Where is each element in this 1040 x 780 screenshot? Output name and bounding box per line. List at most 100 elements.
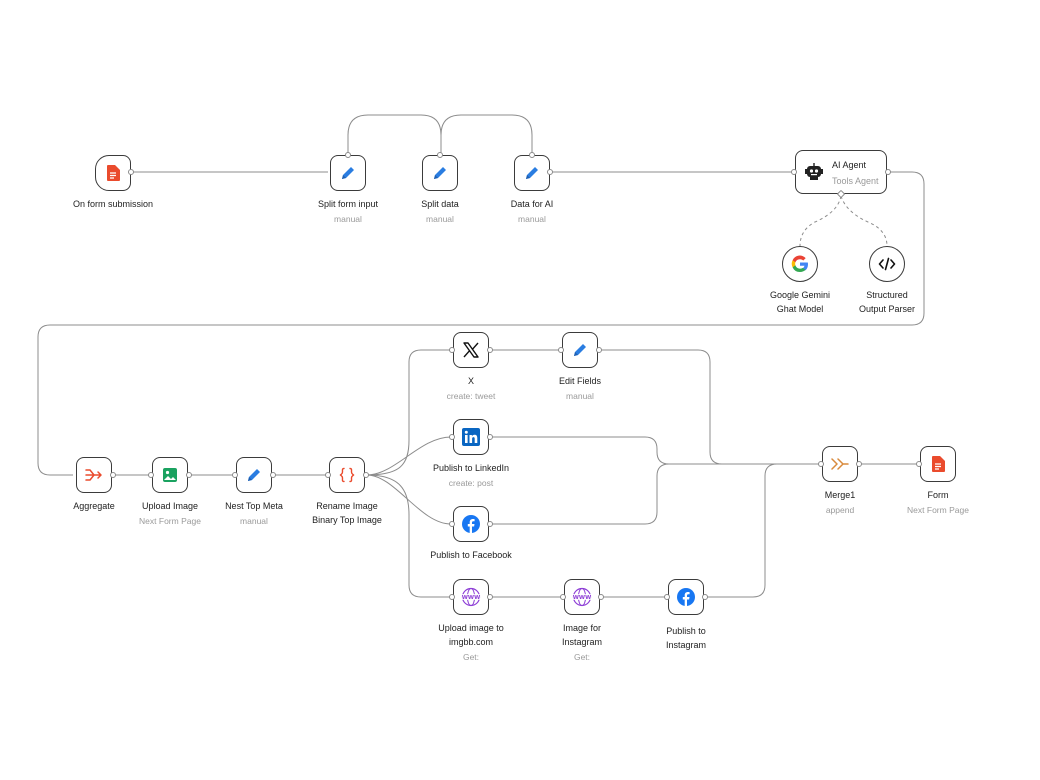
node-label: Publish to LinkedIn: [432, 463, 510, 473]
node-sublabel: Tools Agent: [832, 176, 879, 186]
output-port[interactable]: [128, 169, 134, 175]
output-port[interactable]: [270, 472, 276, 478]
node-sublabel: Get:: [573, 652, 591, 662]
input-port[interactable]: [560, 594, 566, 600]
edge-agent-gemini: [799, 195, 842, 247]
node-label: Output Parser: [858, 304, 916, 314]
node-sublabel: manual: [566, 391, 594, 401]
output-port[interactable]: [363, 472, 369, 478]
edge-facebook-merge: [491, 463, 820, 525]
input-port[interactable]: [325, 472, 331, 478]
structured-parser-node[interactable]: [869, 246, 905, 282]
form-icon: [107, 165, 120, 181]
image-icon: [163, 468, 177, 482]
input-port[interactable]: [232, 472, 238, 478]
edge-agent-parser: [840, 195, 888, 247]
edge-rename-x: [366, 349, 450, 476]
node-label: Structured: [866, 290, 908, 300]
node-label: Edit Fields: [558, 376, 602, 386]
svg-text:WWW: WWW: [573, 595, 592, 601]
input-port[interactable]: [529, 152, 535, 158]
edge-publish-merge: [706, 463, 820, 598]
node-label: Publish to: [666, 626, 706, 636]
form-node[interactable]: [920, 446, 956, 482]
pencil-icon: [342, 167, 354, 179]
merge-icon: [831, 458, 849, 470]
input-port[interactable]: [449, 521, 455, 527]
input-port[interactable]: [558, 347, 564, 353]
input-port[interactable]: [345, 152, 351, 158]
output-port[interactable]: [598, 594, 604, 600]
edge-split-splitdata-arc: [347, 114, 442, 155]
upload-imgbb-node[interactable]: WWW: [453, 579, 489, 615]
input-port[interactable]: [148, 472, 154, 478]
pencil-icon: [574, 344, 586, 356]
facebook-node[interactable]: [453, 506, 489, 542]
node-label: Form: [927, 490, 949, 500]
edge-rename-imgbb: [366, 474, 451, 598]
node-label: AI Agent: [832, 160, 867, 170]
input-port[interactable]: [916, 461, 922, 467]
google-icon: [791, 255, 808, 273]
node-sublabel: manual: [518, 214, 546, 224]
node-label: Instagram: [665, 640, 707, 650]
edge-splitdata-dataai-arc: [440, 114, 533, 155]
svg-text:WWW: WWW: [462, 595, 481, 601]
node-sublabel: create: post: [448, 478, 494, 488]
input-port[interactable]: [449, 594, 455, 600]
split-form-input-node[interactable]: [330, 155, 366, 191]
input-port[interactable]: [791, 169, 797, 175]
www-icon: WWW: [462, 587, 481, 607]
pencil-icon: [526, 167, 538, 179]
output-port[interactable]: [702, 594, 708, 600]
linkedin-icon: [462, 428, 480, 446]
aggregate-icon: [85, 469, 102, 481]
input-port[interactable]: [449, 347, 455, 353]
input-port[interactable]: [664, 594, 670, 600]
publish-instagram-node[interactable]: [668, 579, 704, 615]
output-port[interactable]: [596, 347, 602, 353]
output-port[interactable]: [186, 472, 192, 478]
output-port[interactable]: [487, 521, 493, 527]
code-icon: [878, 257, 896, 271]
output-port[interactable]: [547, 169, 553, 175]
node-label: On form submission: [72, 199, 154, 209]
linkedin-node[interactable]: [453, 419, 489, 455]
ai-agent-node[interactable]: AI Agent Tools Agent: [795, 150, 887, 194]
input-port[interactable]: [449, 434, 455, 440]
rename-image-node[interactable]: [329, 457, 365, 493]
x-node[interactable]: [453, 332, 489, 368]
edge-linkedin-merge: [491, 436, 820, 465]
output-port[interactable]: [110, 472, 116, 478]
output-port[interactable]: [487, 594, 493, 600]
input-port[interactable]: [437, 152, 443, 158]
merge-node[interactable]: [822, 446, 858, 482]
google-gemini-node[interactable]: [782, 246, 818, 282]
www-icon: WWW: [573, 587, 592, 607]
edit-fields-node[interactable]: [562, 332, 598, 368]
node-label: Rename Image: [316, 501, 378, 511]
image-for-instagram-node[interactable]: WWW: [564, 579, 600, 615]
form-trigger-node[interactable]: [95, 155, 131, 191]
node-label: Binary Top Image: [312, 515, 382, 525]
pencil-icon: [434, 167, 446, 179]
node-label: Publish to Facebook: [430, 550, 512, 560]
data-for-ai-node[interactable]: [514, 155, 550, 191]
edge-edit-merge: [600, 349, 820, 465]
aggregate-node[interactable]: [76, 457, 112, 493]
braces-icon: [339, 467, 355, 483]
output-port[interactable]: [885, 169, 891, 175]
output-port[interactable]: [487, 434, 493, 440]
node-label: Data for AI: [510, 199, 554, 209]
robot-icon: [805, 163, 823, 180]
nest-top-meta-node[interactable]: [236, 457, 272, 493]
split-data-node[interactable]: [422, 155, 458, 191]
facebook-icon: [677, 588, 695, 606]
facebook-icon: [462, 515, 480, 533]
pencil-icon: [248, 469, 260, 481]
upload-image-node[interactable]: [152, 457, 188, 493]
node-sublabel: Next Form Page: [907, 505, 969, 515]
output-port[interactable]: [856, 461, 862, 467]
output-port[interactable]: [487, 347, 493, 353]
input-port[interactable]: [818, 461, 824, 467]
